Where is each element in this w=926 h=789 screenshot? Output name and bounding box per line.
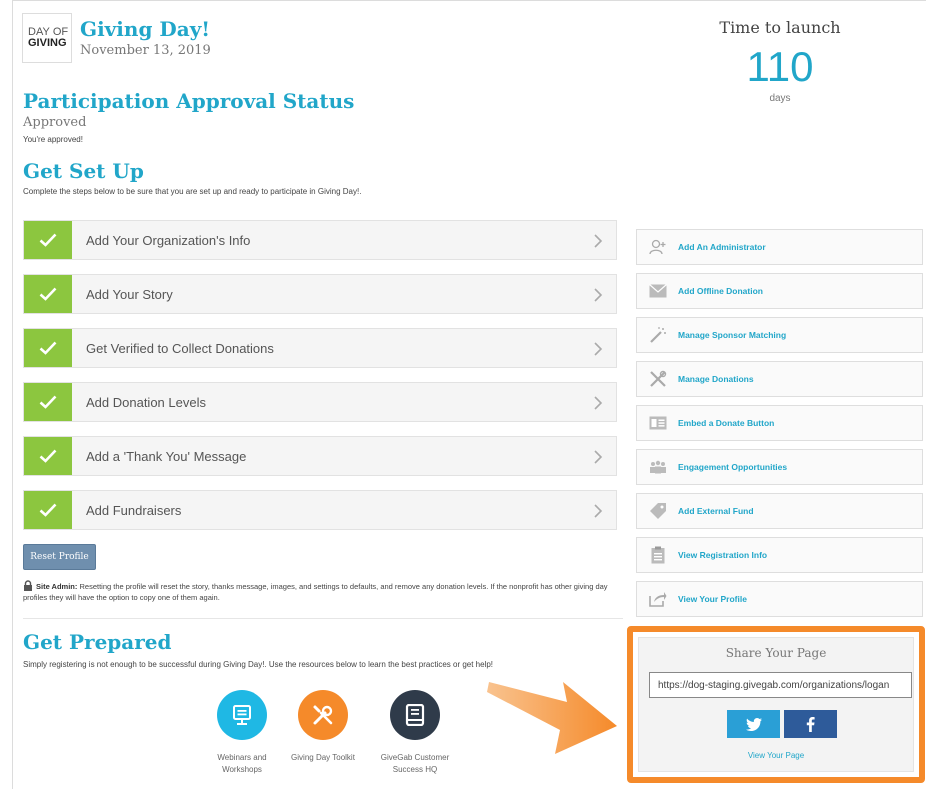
check-icon <box>24 437 72 475</box>
chevron-right-icon <box>594 450 603 464</box>
step-organization-info[interactable]: Add Your Organization's Info <box>23 220 617 260</box>
resource-label: Webinars and Workshops <box>217 753 267 774</box>
share-title: Share Your Page <box>725 646 827 660</box>
facebook-icon <box>806 716 815 732</box>
countdown-label: Time to launch <box>719 18 841 37</box>
action-manage-donations[interactable]: Manage Donations <box>636 361 923 397</box>
resource-toolkit[interactable]: Giving Day Toolkit <box>278 690 368 764</box>
action-label: View Registration Info <box>678 550 768 560</box>
setup-heading: Get Set Up <box>23 159 144 183</box>
action-view-your-profile[interactable]: View Your Profile <box>636 581 923 617</box>
resource-success-hq[interactable]: GiveGab Customer Success HQ <box>370 690 460 776</box>
chevron-right-icon <box>594 342 603 356</box>
action-label: Add An Administrator <box>678 242 766 252</box>
approval-message: You're approved! <box>23 135 83 144</box>
countdown-unit: days <box>769 93 791 104</box>
tag-icon <box>649 502 667 520</box>
reset-profile-button[interactable]: Reset Profile <box>23 544 96 570</box>
quick-actions: Add An Administrator Add Offline Donatio… <box>636 229 923 625</box>
presentation-icon <box>217 690 267 740</box>
clipboard-icon <box>649 546 667 564</box>
envelope-icon <box>649 282 667 300</box>
chevron-right-icon <box>594 396 603 410</box>
step-donation-levels[interactable]: Add Donation Levels <box>23 382 617 422</box>
event-date: November 13, 2019 <box>80 43 211 58</box>
prepared-description: Simply registering is not enough to be s… <box>23 660 494 669</box>
action-label: Add External Fund <box>678 506 754 516</box>
chevron-right-icon <box>594 288 603 302</box>
approval-status: Approved <box>23 115 87 130</box>
step-thank-you-message[interactable]: Add a 'Thank You' Message <box>23 436 617 476</box>
step-get-verified[interactable]: Get Verified to Collect Donations <box>23 328 617 368</box>
action-label: Manage Sponsor Matching <box>678 330 787 340</box>
resource-label: GiveGab Customer Success HQ <box>380 753 450 774</box>
share-highlight-box: Share Your Page View Your Page <box>627 626 925 783</box>
check-icon <box>24 275 72 313</box>
resource-webinars[interactable]: Webinars and Workshops <box>197 690 287 776</box>
action-view-registration-info[interactable]: View Registration Info <box>636 537 923 573</box>
step-label: Get Verified to Collect Donations <box>86 340 274 356</box>
step-label: Add Donation Levels <box>86 394 206 410</box>
check-icon <box>24 221 72 259</box>
check-icon <box>24 491 72 529</box>
group-icon <box>649 458 667 476</box>
share-icon <box>649 590 667 608</box>
check-icon <box>24 329 72 367</box>
admin-note: Site Admin: Resetting the profile will r… <box>23 580 623 603</box>
step-label: Add Your Story <box>86 286 173 302</box>
action-engagement-opportunities[interactable]: Engagement Opportunities <box>636 449 923 485</box>
admin-note-text: Resetting the profile will reset the sto… <box>23 582 608 602</box>
chevron-right-icon <box>594 504 603 518</box>
countdown: Time to launch 110 days <box>700 18 860 104</box>
step-story[interactable]: Add Your Story <box>23 274 617 314</box>
tools-icon <box>649 370 667 388</box>
action-label: Add Offline Donation <box>678 286 763 296</box>
twitter-icon <box>745 717 762 731</box>
approval-heading: Participation Approval Status <box>23 89 355 113</box>
action-embed-donate-button[interactable]: Embed a Donate Button <box>636 405 923 441</box>
step-fundraisers[interactable]: Add Fundraisers <box>23 490 617 530</box>
setup-description: Complete the steps below to be sure that… <box>23 187 362 196</box>
action-label: Engagement Opportunities <box>678 462 788 472</box>
share-url-input[interactable] <box>649 672 912 698</box>
lock-icon <box>24 580 32 591</box>
setup-steps: Add Your Organization's Info Add Your St… <box>23 220 617 544</box>
event-title: Giving Day! <box>80 17 211 41</box>
view-your-page-link[interactable]: View Your Page <box>639 751 913 760</box>
chevron-right-icon <box>594 234 603 248</box>
action-add-offline-donation[interactable]: Add Offline Donation <box>636 273 923 309</box>
add-user-icon <box>649 238 667 256</box>
action-label: Manage Donations <box>678 374 754 384</box>
resource-label: Giving Day Toolkit <box>291 753 355 762</box>
countdown-value: 110 <box>746 43 814 90</box>
action-label: View Your Profile <box>678 594 747 604</box>
share-panel: Share Your Page View Your Page <box>638 637 914 772</box>
arrow-annotation-icon <box>487 682 617 754</box>
logo-text-giving: GIVING <box>28 37 67 49</box>
prepared-heading: Get Prepared <box>23 630 172 654</box>
twitter-share-button[interactable] <box>727 710 780 738</box>
facebook-share-button[interactable] <box>784 710 837 738</box>
step-label: Add Fundraisers <box>86 502 182 518</box>
check-icon <box>24 383 72 421</box>
embed-icon <box>649 414 667 432</box>
action-add-administrator[interactable]: Add An Administrator <box>636 229 923 265</box>
magic-wand-icon <box>649 326 667 344</box>
day-of-giving-logo: DAY OF GIVING <box>22 13 72 63</box>
tools-icon <box>298 690 348 740</box>
step-label: Add Your Organization's Info <box>86 232 251 248</box>
step-label: Add a 'Thank You' Message <box>86 448 247 464</box>
action-manage-sponsor-matching[interactable]: Manage Sponsor Matching <box>636 317 923 353</box>
admin-label: Site Admin: <box>36 582 78 591</box>
section-divider <box>23 618 623 619</box>
action-label: Embed a Donate Button <box>678 418 775 428</box>
book-icon <box>390 690 440 740</box>
action-add-external-fund[interactable]: Add External Fund <box>636 493 923 529</box>
